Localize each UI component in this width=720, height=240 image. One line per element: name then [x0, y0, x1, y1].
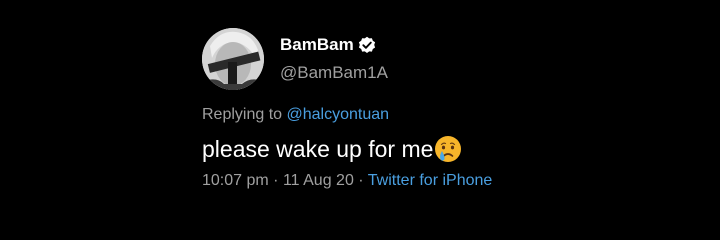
tweet-date[interactable]: 11 Aug 20 — [283, 172, 354, 189]
user-handle[interactable]: @BamBam1A — [280, 63, 388, 83]
avatar-image — [202, 28, 264, 90]
tweet-body: please wake up for me — [202, 135, 434, 162]
crying-face-icon — [435, 136, 462, 162]
tweet-time[interactable]: 10:07 pm — [202, 172, 269, 189]
tweet-card: BamBam @BamBam1A Replying to @halcyontua… — [0, 0, 720, 240]
tweet-meta: 10:07 pm · 11 Aug 20 · Twitter for iPhon… — [202, 172, 492, 190]
display-name[interactable]: BamBam — [280, 35, 354, 55]
meta-separator: · — [273, 172, 279, 189]
replying-to-label: Replying to — [202, 106, 283, 123]
replying-to-user-link[interactable]: @halcyontuan — [287, 106, 390, 123]
tweet-source-link[interactable]: Twitter for iPhone — [368, 172, 493, 189]
meta-separator: · — [358, 172, 364, 189]
replying-to-line: Replying to @halcyontuan — [202, 106, 389, 124]
tweet-text: please wake up for me — [202, 134, 463, 164]
verified-badge-icon — [358, 36, 376, 53]
avatar[interactable] — [202, 28, 264, 90]
